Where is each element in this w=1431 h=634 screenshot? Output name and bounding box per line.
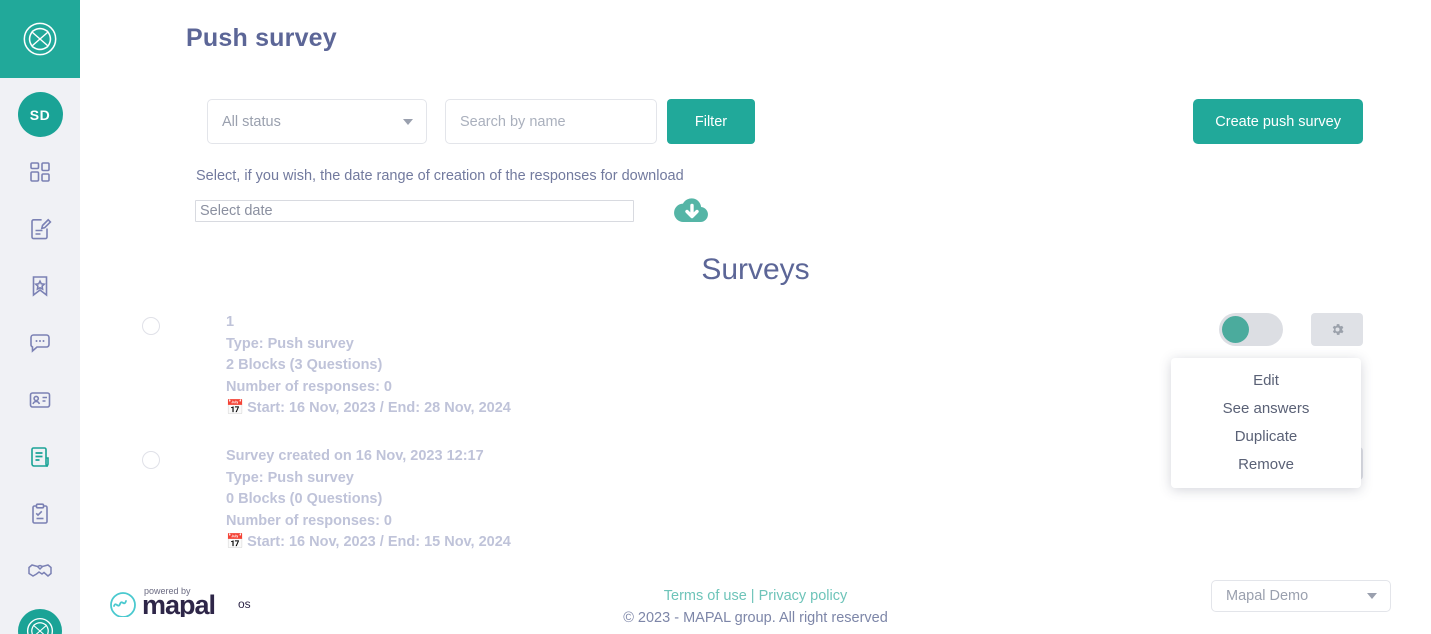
survey-dates: Start: 16 Nov, 2023 / End: 15 Nov, 2024 <box>247 534 511 550</box>
cloud-download-icon <box>674 198 708 223</box>
footer-link-separator: | <box>746 588 759 604</box>
survey-dates: Start: 16 Nov, 2023 / End: 28 Nov, 2024 <box>247 400 511 416</box>
sidebar-item-messages[interactable] <box>18 321 62 365</box>
sidebar-item-partners[interactable] <box>18 549 62 593</box>
survey-type: Type: Push survey <box>226 335 354 352</box>
terms-of-use-link[interactable]: Terms of use <box>664 588 747 604</box>
survey-context-menu: Edit See answers Duplicate Remove <box>1171 358 1361 488</box>
sidebar-item-profile[interactable] <box>18 378 62 422</box>
sidebar-item-edit[interactable] <box>18 207 62 251</box>
menu-item-see-answers[interactable]: See answers <box>1171 395 1361 423</box>
surveys-heading: Surveys <box>701 253 810 286</box>
toggle-knob <box>1222 316 1249 343</box>
sidebar-item-surveys[interactable] <box>18 435 62 479</box>
chevron-down-icon <box>403 118 413 125</box>
tenant-select[interactable]: Mapal Demo <box>1211 580 1391 612</box>
app-root: SD Push survey All status Search by name… <box>0 0 1431 634</box>
gear-icon <box>1332 324 1343 335</box>
clipboard-check-icon <box>32 503 48 524</box>
survey-type: Type: Push survey <box>226 469 354 486</box>
date-range-input[interactable] <box>195 200 634 222</box>
bookmark-star-icon <box>32 276 48 297</box>
filter-button[interactable]: Filter <box>667 99 755 144</box>
survey-blocks: 0 Blocks (0 Questions) <box>226 491 383 507</box>
status-filter-value: All status <box>222 113 281 130</box>
page-title: Push survey <box>186 24 337 52</box>
survey-active-toggle[interactable] <box>1219 313 1283 346</box>
sidebar-logo[interactable] <box>0 0 80 78</box>
create-push-survey-button[interactable]: Create push survey <box>1193 99 1363 144</box>
survey-responses: Number of responses: 0 <box>226 512 392 529</box>
survey-details: 1 Type: Push survey 2 Blocks (3 Question… <box>226 312 511 420</box>
chevron-down-icon <box>1367 593 1377 599</box>
dashboard-grid-icon <box>30 162 50 182</box>
main-content: Push survey All status Filter Create pus… <box>80 0 1431 634</box>
privacy-policy-link[interactable]: Privacy policy <box>759 588 848 604</box>
survey-name: 1 <box>226 314 235 330</box>
chat-bubble-icon <box>30 334 50 353</box>
calendar-icon: 📅 <box>226 534 245 550</box>
mapal-knot-logo-icon <box>26 617 54 634</box>
calendar-icon: 📅 <box>226 400 245 416</box>
menu-item-edit[interactable]: Edit <box>1171 367 1361 395</box>
tenant-select-value: Mapal Demo <box>1226 588 1309 604</box>
survey-blocks: 2 Blocks (3 Questions) <box>226 357 383 373</box>
survey-name: Survey created on 16 Nov, 2023 12:17 <box>226 448 484 464</box>
status-filter-select[interactable]: All status <box>207 99 427 144</box>
avatar[interactable]: SD <box>17 92 63 137</box>
menu-item-remove[interactable]: Remove <box>1171 451 1361 479</box>
download-responses-button[interactable] <box>672 194 712 233</box>
footer: powered by mapal os Terms of use | Priva… <box>80 564 1431 634</box>
survey-dates-line: 📅 Start: 16 Nov, 2023 / End: 15 Nov, 2024 <box>226 532 511 554</box>
menu-item-duplicate[interactable]: Duplicate <box>1171 423 1361 451</box>
survey-settings-button[interactable] <box>1311 313 1363 346</box>
survey-dates-line: 📅 Start: 16 Nov, 2023 / End: 28 Nov, 2024 <box>226 398 511 420</box>
sidebar-item-favourites[interactable] <box>18 264 62 308</box>
handshake-icon <box>28 564 52 577</box>
sidebar-item-dashboard[interactable] <box>18 150 62 194</box>
date-range-help-text: Select, if you wish, the date range of c… <box>196 168 684 184</box>
sidebar-item-tasks[interactable] <box>18 492 62 536</box>
id-card-icon <box>29 392 51 408</box>
survey-select-radio[interactable] <box>142 317 160 335</box>
sidebar-bottom-logo[interactable] <box>18 609 62 634</box>
document-edit-icon <box>31 218 52 240</box>
avatar-initials: SD <box>29 106 51 123</box>
sidebar: SD <box>0 0 80 634</box>
filter-toolbar: All status Filter <box>207 99 755 144</box>
survey-select-radio[interactable] <box>142 451 160 469</box>
search-input[interactable] <box>445 99 657 144</box>
file-lines-icon <box>31 447 49 467</box>
mapal-knot-logo-icon <box>23 22 57 56</box>
survey-details: Survey created on 16 Nov, 2023 12:17 Typ… <box>226 446 511 554</box>
copyright-text: © 2023 - MAPAL group. All right reserved <box>623 610 888 626</box>
survey-responses: Number of responses: 0 <box>226 378 392 395</box>
